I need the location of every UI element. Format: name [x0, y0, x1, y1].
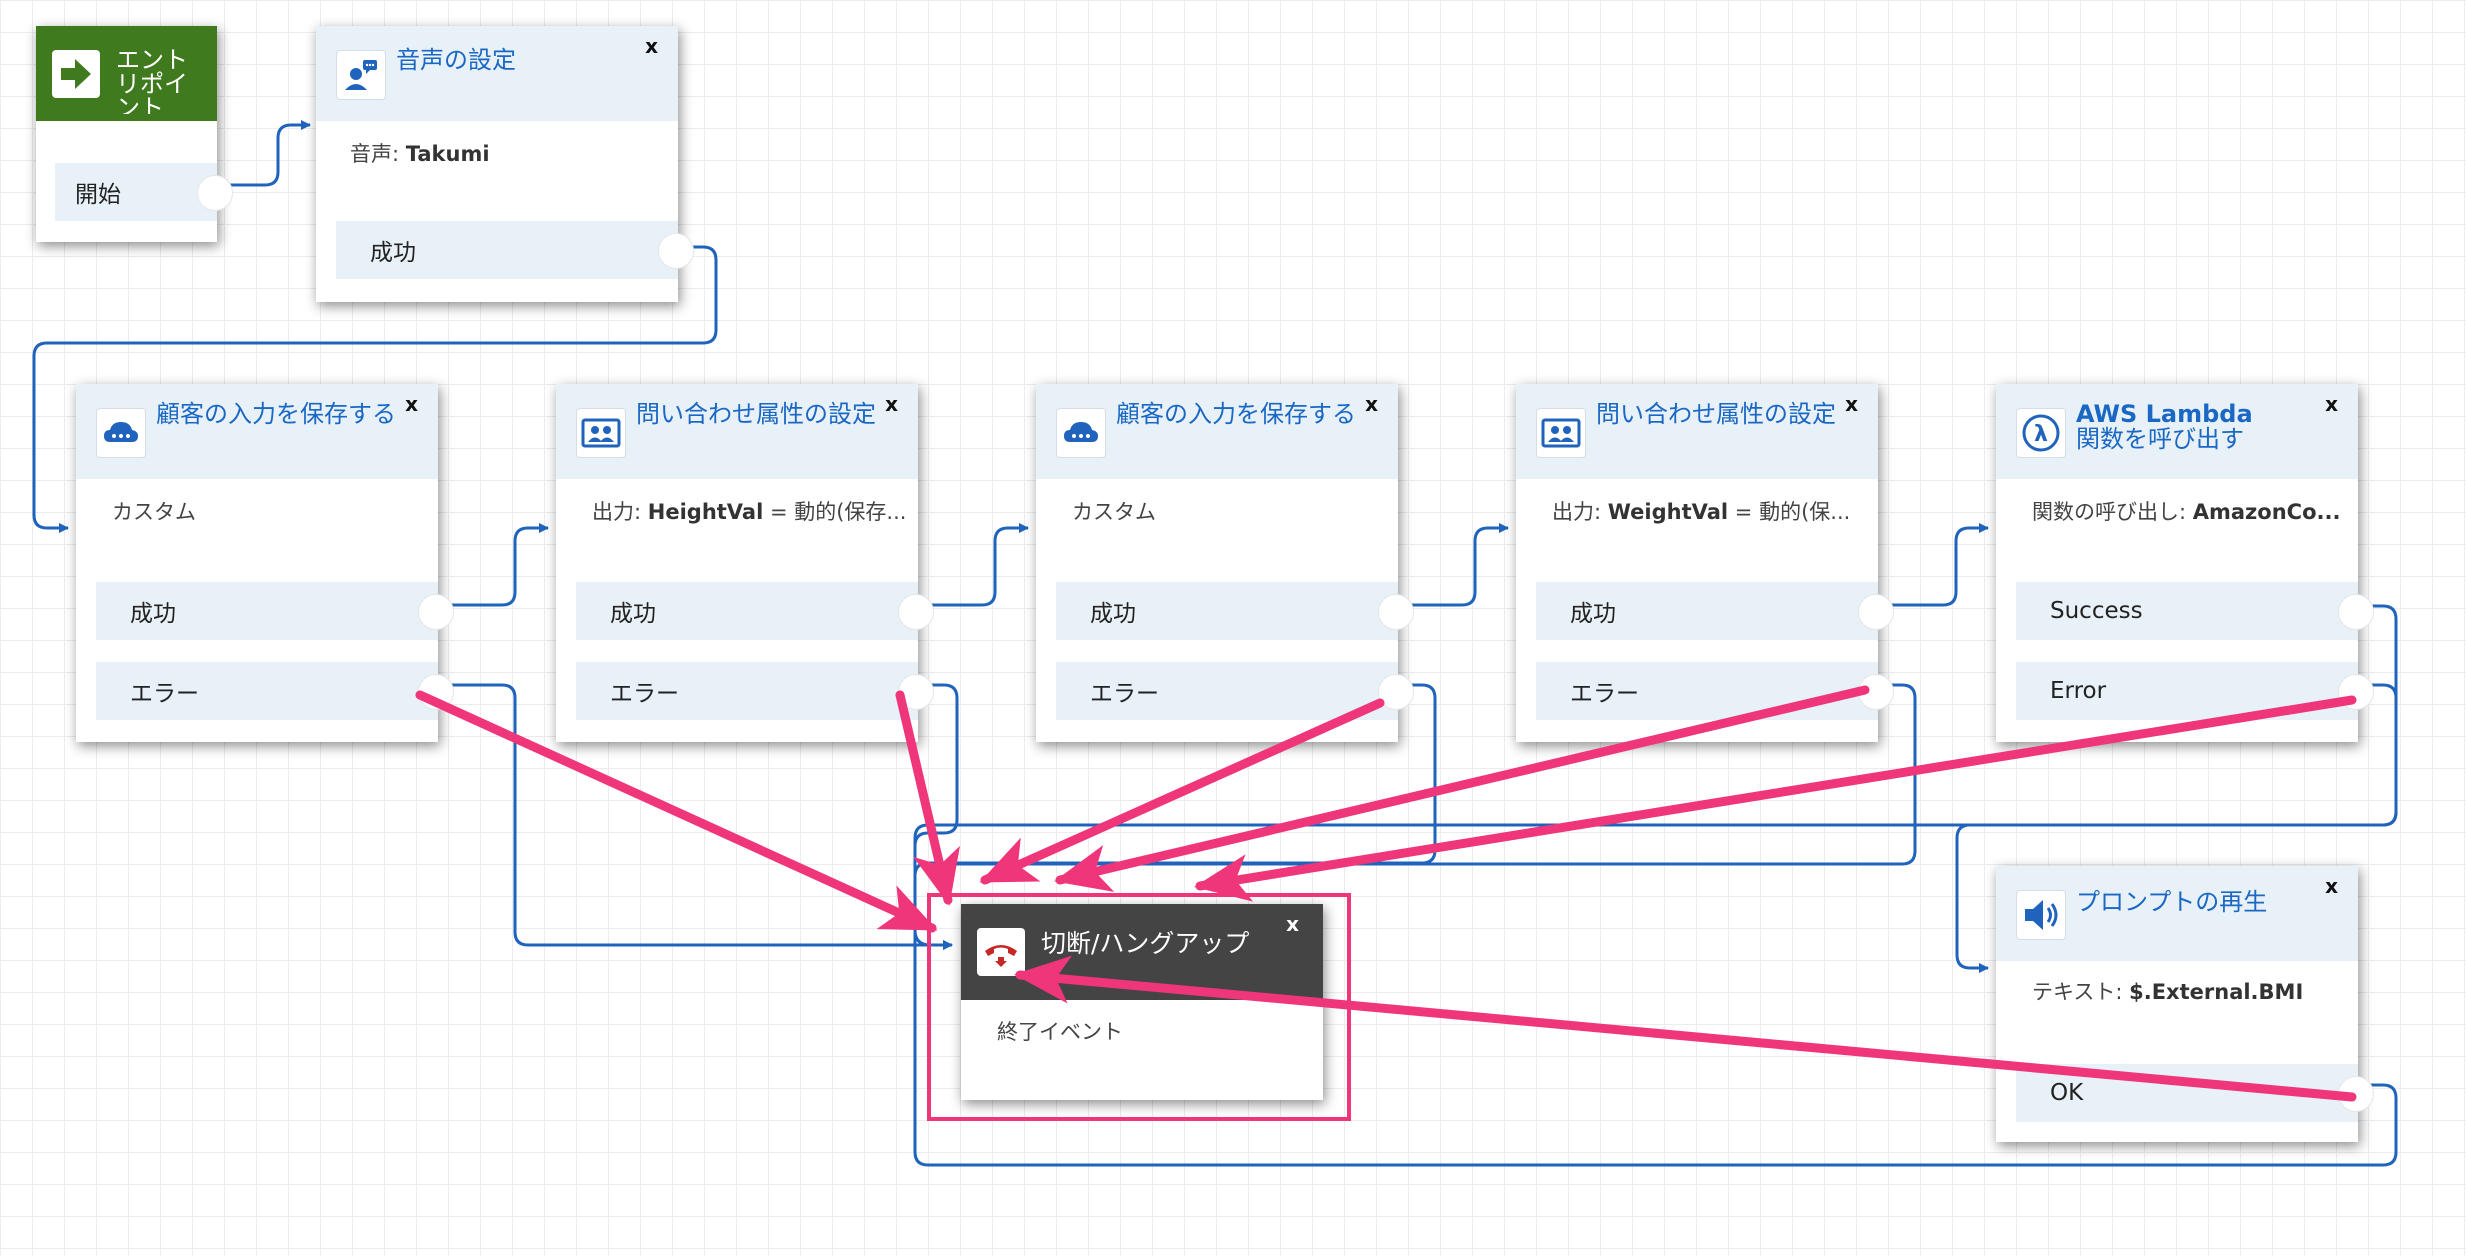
block-header: 問い合わせ属性の設定 x: [556, 384, 918, 479]
branch-success-label: 成功: [130, 601, 176, 627]
cloud-icon: [96, 408, 146, 458]
output-port[interactable]: [658, 233, 694, 269]
entry-point-block[interactable]: エントリポイント 開始: [36, 26, 233, 242]
cloud-icon: [1056, 408, 1106, 458]
close-button[interactable]: x: [405, 392, 418, 416]
output-port[interactable]: [1378, 594, 1414, 630]
branch-error-label: エラー: [1090, 681, 1159, 707]
connector-store1-to-setattr1[interactable]: [433, 523, 549, 607]
output-port[interactable]: [2338, 674, 2374, 710]
block-detail: 音声: Takumi: [350, 142, 490, 166]
branch-success-label: 成功: [610, 601, 656, 627]
close-button[interactable]: x: [645, 34, 658, 58]
branch-success[interactable]: 成功: [576, 582, 934, 640]
block-title: 問い合わせ属性の設定: [1596, 400, 1836, 428]
connector-setattr1-error[interactable]: [913, 683, 959, 950]
close-button[interactable]: x: [1845, 392, 1858, 416]
branch-ok-label: OK: [2050, 1080, 2084, 1106]
set-contact-attributes-block-2[interactable]: 問い合わせ属性の設定 x 出力: WeightVal = 動的(保... 成功 …: [1516, 384, 1894, 742]
connector-setattr1-to-store2[interactable]: [913, 523, 1029, 607]
block-title: 切断/ハングアップ: [1041, 929, 1250, 958]
block-detail: 出力: HeightVal = 動的(保存...: [592, 500, 907, 524]
output-port[interactable]: [1378, 674, 1414, 710]
lambda-icon: λ: [2016, 408, 2066, 458]
branch-ok[interactable]: OK: [2016, 1064, 2374, 1122]
play-prompt-block[interactable]: プロンプトの再生 x テキスト: $.External.BMI OK: [1996, 866, 2374, 1142]
set-contact-attributes-block-1[interactable]: 問い合わせ属性の設定 x 出力: HeightVal = 動的(保存... 成功…: [556, 384, 934, 742]
branch-error-label: Error: [2050, 678, 2107, 704]
close-button[interactable]: x: [2325, 874, 2338, 898]
close-button[interactable]: x: [1365, 392, 1378, 416]
set-voice-block[interactable]: 音声の設定 x 音声: Takumi 成功: [316, 26, 694, 302]
block-header: 切断/ハングアップ x: [961, 904, 1323, 1000]
arrow-right-icon: [52, 50, 100, 98]
branch-success[interactable]: 成功: [1056, 582, 1414, 640]
branch-error[interactable]: エラー: [1056, 662, 1414, 720]
branch-success-label: 成功: [370, 240, 416, 266]
branch-error[interactable]: エラー: [1536, 662, 1894, 720]
block-title: 顧客の入力を保存する: [1116, 400, 1356, 428]
svg-text:λ: λ: [2034, 422, 2048, 447]
output-port[interactable]: [1858, 594, 1894, 630]
output-port[interactable]: [898, 674, 934, 710]
block-header: 問い合わせ属性の設定 x: [1516, 384, 1878, 479]
branch-start-label: 開始: [75, 182, 121, 208]
branch-success[interactable]: 成功: [336, 221, 694, 279]
entry-point-title: エントリポイント: [116, 48, 188, 114]
branch-success[interactable]: 成功: [1536, 582, 1894, 640]
entry-point-header: エントリポイント: [36, 26, 217, 121]
block-header: プロンプトの再生 x: [1996, 866, 2358, 961]
output-port[interactable]: [898, 594, 934, 630]
output-port[interactable]: [2338, 1076, 2374, 1112]
speaker-icon: [2016, 890, 2066, 940]
block-detail: 関数の呼び出し: AmazonCo...: [2032, 500, 2341, 524]
branch-error[interactable]: エラー: [96, 662, 454, 720]
block-detail: 終了イベント: [997, 1020, 1123, 1044]
connector-setattr2-to-lambda[interactable]: [1873, 523, 1989, 607]
output-port[interactable]: [1858, 674, 1894, 710]
block-detail: 出力: WeightVal = 動的(保...: [1552, 500, 1851, 524]
branch-success-label: 成功: [1570, 601, 1616, 627]
block-header: 顧客の入力を保存する x: [1036, 384, 1398, 479]
invoke-lambda-block[interactable]: λ AWS Lambda 関数を呼び出す x 関数の呼び出し: AmazonCo…: [1996, 384, 2374, 742]
branch-error[interactable]: エラー: [576, 662, 934, 720]
branch-success-label: Success: [2050, 598, 2143, 624]
branch-success-label: 成功: [1090, 601, 1136, 627]
close-button[interactable]: x: [1286, 912, 1299, 936]
block-title: プロンプトの再生: [2076, 888, 2268, 916]
output-port[interactable]: [197, 175, 233, 211]
branch-error-label: エラー: [1570, 681, 1639, 707]
block-title: AWS Lambda 関数を呼び出す: [2076, 400, 2253, 453]
phone-hangup-icon: [977, 928, 1025, 976]
store-customer-input-block-1[interactable]: 顧客の入力を保存する x カスタム 成功 エラー: [76, 384, 454, 742]
output-port[interactable]: [418, 674, 454, 710]
block-detail: カスタム: [1072, 500, 1156, 524]
block-detail: テキスト: $.External.BMI: [2032, 980, 2304, 1004]
branch-error[interactable]: Error: [2016, 662, 2374, 720]
block-detail: カスタム: [112, 500, 196, 524]
connector-store2-to-setattr2[interactable]: [1393, 523, 1509, 607]
connector-entry-to-voice[interactable]: [214, 120, 311, 187]
output-port[interactable]: [2338, 594, 2374, 630]
block-title: 音声の設定: [396, 46, 516, 74]
block-title: 顧客の入力を保存する: [156, 400, 396, 428]
output-port[interactable]: [418, 594, 454, 630]
block-header: 音声の設定 x: [316, 26, 678, 121]
person-speech-icon: [336, 50, 386, 100]
block-header: λ AWS Lambda 関数を呼び出す x: [1996, 384, 2358, 479]
branch-success[interactable]: Success: [2016, 582, 2374, 640]
branch-success[interactable]: 成功: [96, 582, 454, 640]
close-button[interactable]: x: [2325, 392, 2338, 416]
branch-start[interactable]: 開始: [55, 163, 233, 221]
branch-error-label: エラー: [130, 681, 199, 707]
close-button[interactable]: x: [885, 392, 898, 416]
block-title: 問い合わせ属性の設定: [636, 400, 876, 428]
people-card-icon: [576, 408, 626, 458]
store-customer-input-block-2[interactable]: 顧客の入力を保存する x カスタム 成功 エラー: [1036, 384, 1414, 742]
block-header: 顧客の入力を保存する x: [76, 384, 438, 479]
disconnect-hangup-block[interactable]: 切断/ハングアップ x 終了イベント: [961, 904, 1323, 1100]
people-card-icon: [1536, 408, 1586, 458]
branch-error-label: エラー: [610, 681, 679, 707]
